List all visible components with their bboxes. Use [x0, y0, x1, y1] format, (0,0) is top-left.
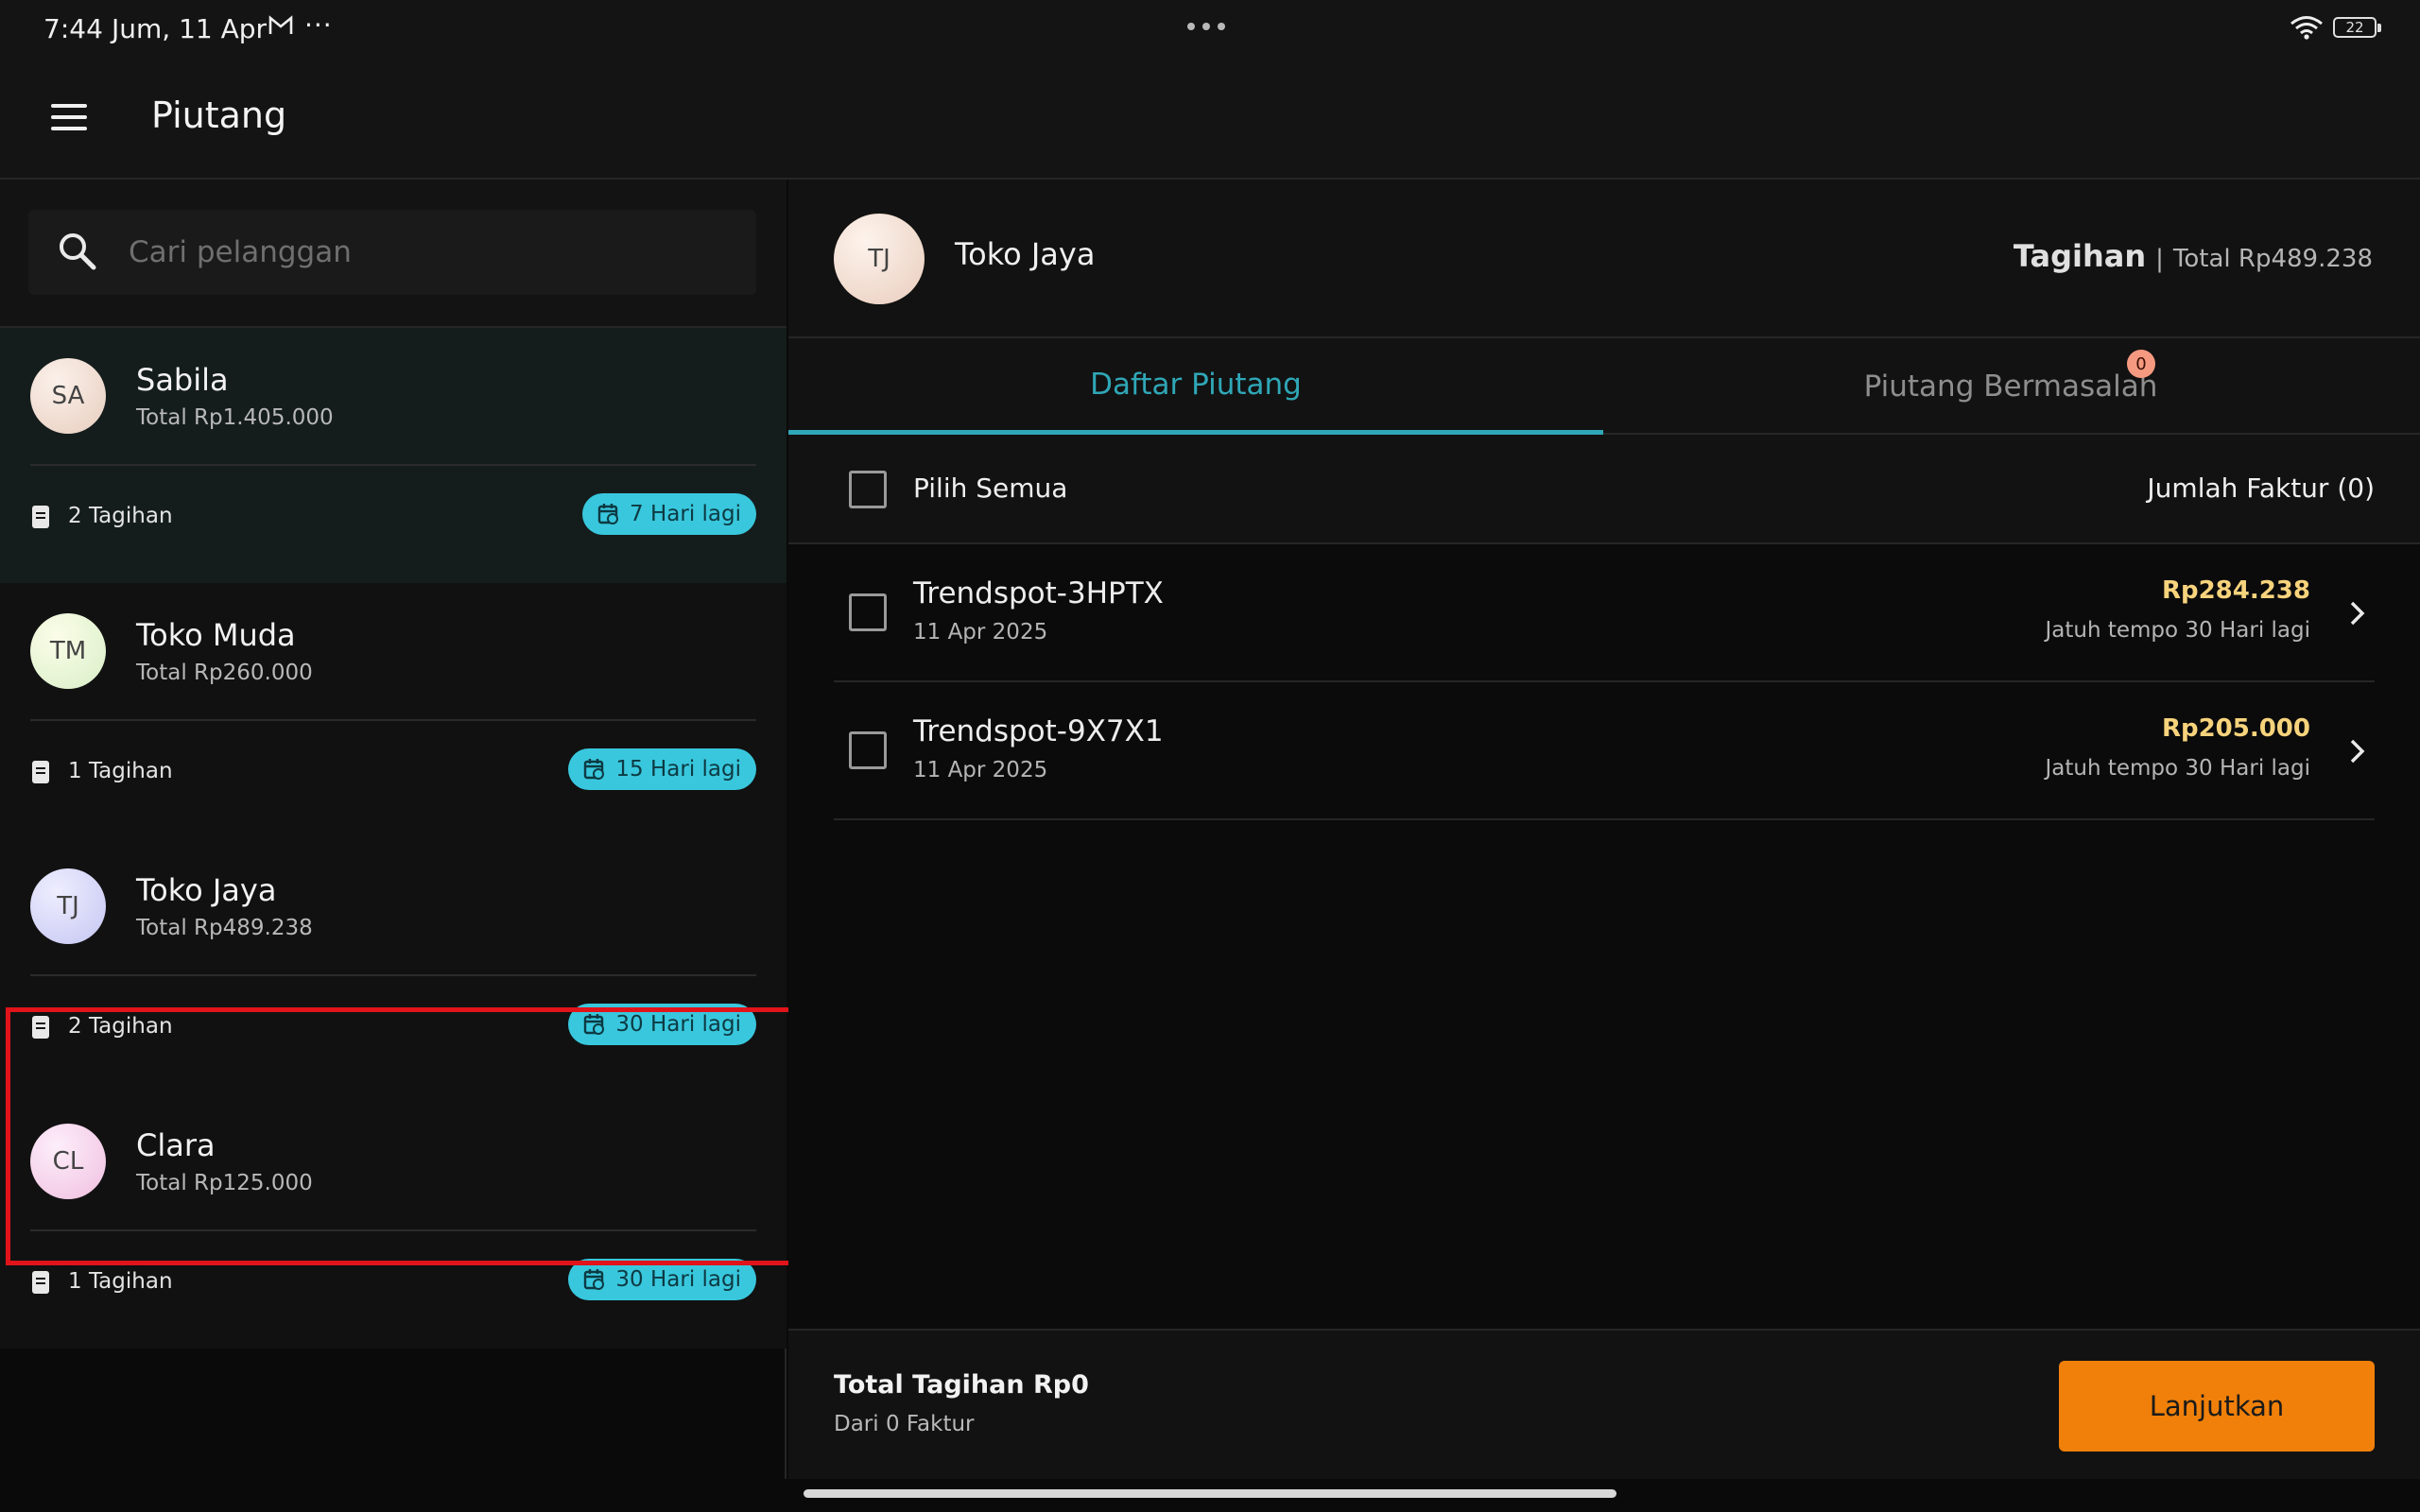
chevron-right-icon[interactable] — [2342, 597, 2371, 629]
customer-name: Toko Jaya — [136, 872, 277, 908]
bill-count: 1 Tagihan — [68, 1269, 173, 1294]
search-box[interactable] — [28, 210, 756, 295]
customer-list-panel: SA Sabila Total Rp1.405.000 2 Tagihan 7 … — [0, 180, 796, 1479]
avatar: TJ — [834, 214, 925, 304]
due-badge: 30 Hari lagi — [568, 1259, 756, 1300]
invoice-date: 11 Apr 2025 — [913, 620, 1048, 644]
search-bar — [0, 180, 786, 328]
calendar-clock-icon — [584, 759, 605, 780]
document-icon — [32, 506, 49, 528]
customer-name: Toko Muda — [136, 617, 296, 653]
divider — [30, 974, 756, 976]
select-all-row: Pilih Semua Jumlah Faktur (0) — [788, 435, 2420, 544]
tab-piutang-bermasalah[interactable]: Piutang Bermasalah — [1603, 338, 2418, 435]
home-indicator[interactable] — [804, 1489, 1616, 1498]
invoice-checkbox[interactable] — [849, 593, 887, 631]
due-text: 30 Hari lagi — [615, 1012, 741, 1037]
gmail-icon — [268, 15, 293, 40]
app-bar: Piutang — [0, 57, 2420, 180]
invoice-date: 11 Apr 2025 — [913, 758, 1048, 782]
wifi-icon — [2290, 15, 2324, 43]
calendar-clock-icon — [584, 1269, 605, 1290]
separator: | — [2155, 245, 2164, 273]
bill-count: 2 Tagihan — [68, 504, 173, 528]
customer-item-sabila[interactable]: SA Sabila Total Rp1.405.000 2 Tagihan 7 … — [0, 328, 786, 583]
tagihan-summary: Tagihan | Total Rp489.238 — [2014, 238, 2373, 274]
due-text: 7 Hari lagi — [630, 502, 741, 526]
invoice-due: Jatuh tempo 30 Hari lagi — [2045, 756, 2310, 781]
bill-count: 1 Tagihan — [68, 759, 173, 783]
divider — [30, 719, 756, 721]
invoice-title: Trendspot-3HPTX — [913, 576, 1164, 610]
continue-button[interactable]: Lanjutkan — [2059, 1361, 2375, 1452]
document-icon — [32, 1016, 49, 1039]
invoice-amount: Rp205.000 — [2161, 714, 2310, 743]
footer-total: Total Tagihan Rp0 — [834, 1370, 1089, 1400]
customer-name: Sabila — [136, 362, 229, 398]
tab-daftar-piutang[interactable]: Daftar Piutang — [788, 338, 1603, 435]
invoice-checkbox[interactable] — [849, 731, 887, 769]
calendar-clock-icon — [584, 1014, 605, 1035]
status-date: Jum, 11 Apr — [112, 13, 268, 44]
footer-bar: Total Tagihan Rp0 Dari 0 Faktur Lanjutka… — [788, 1329, 2420, 1479]
calendar-clock-icon — [597, 504, 619, 524]
divider — [30, 1229, 756, 1231]
battery-icon: 22 — [2333, 17, 2381, 38]
due-text: 30 Hari lagi — [615, 1267, 741, 1292]
divider — [30, 464, 756, 466]
avatar: SA — [30, 358, 106, 434]
status-bar: 7:44 Jum, 11 Apr ··· 22 — [0, 0, 2420, 57]
notification-badge: 0 — [2127, 350, 2155, 378]
bill-count: 2 Tagihan — [68, 1014, 173, 1039]
due-badge: 30 Hari lagi — [568, 1004, 756, 1045]
search-icon — [57, 231, 98, 276]
invoice-count: Jumlah Faktur (0) — [2147, 472, 2375, 504]
customer-total: Total Rp489.238 — [136, 916, 313, 940]
avatar: CL — [30, 1124, 106, 1199]
avatar: TJ — [30, 868, 106, 944]
select-all-checkbox[interactable] — [849, 471, 887, 508]
customer-total: Total Rp1.405.000 — [136, 405, 334, 430]
search-input[interactable] — [129, 210, 734, 295]
customer-item-toko-jaya[interactable]: TJ Toko Jaya Total Rp489.238 2 Tagihan 3… — [0, 838, 786, 1093]
chevron-right-icon[interactable] — [2342, 735, 2371, 767]
due-badge: 15 Hari lagi — [568, 748, 756, 790]
tagihan-total: Total Rp489.238 — [2172, 245, 2373, 273]
avatar: TM — [30, 613, 106, 689]
system-nav-bar — [0, 1479, 2420, 1512]
page-title: Piutang — [151, 94, 287, 136]
status-time: 7:44 — [43, 13, 103, 44]
document-icon — [32, 1271, 49, 1294]
customer-total: Total Rp260.000 — [136, 661, 313, 685]
status-more-icon: ··· — [304, 9, 333, 41]
customer-item-clara[interactable]: CL Clara Total Rp125.000 1 Tagihan 30 Ha… — [0, 1093, 786, 1349]
invoice-title: Trendspot-9X7X1 — [913, 714, 1164, 748]
due-badge: 7 Hari lagi — [582, 493, 756, 535]
select-all-label[interactable]: Pilih Semua — [913, 472, 1067, 504]
multitask-dots-icon[interactable] — [1187, 23, 1225, 30]
invoice-amount: Rp284.238 — [2161, 576, 2310, 605]
due-text: 15 Hari lagi — [615, 757, 741, 782]
tagihan-label: Tagihan — [2013, 238, 2147, 274]
invoice-due: Jatuh tempo 30 Hari lagi — [2045, 618, 2310, 643]
customer-total: Total Rp125.000 — [136, 1171, 313, 1195]
detail-customer-name: Toko Jaya — [955, 236, 1096, 272]
invoice-row[interactable]: Trendspot-9X7X1 11 Apr 2025 Rp205.000 Ja… — [834, 682, 2375, 820]
detail-header: TJ Toko Jaya Tagihan | Total Rp489.238 — [788, 180, 2420, 338]
invoice-row[interactable]: Trendspot-3HPTX 11 Apr 2025 Rp284.238 Ja… — [834, 544, 2375, 682]
tab-bar: Daftar Piutang Piutang Bermasalah 0 — [788, 338, 2420, 435]
customer-name: Clara — [136, 1127, 216, 1163]
customer-item-toko-muda[interactable]: TM Toko Muda Total Rp260.000 1 Tagihan 1… — [0, 583, 786, 838]
detail-panel: TJ Toko Jaya Tagihan | Total Rp489.238 D… — [788, 180, 2420, 1479]
hamburger-menu-icon[interactable] — [51, 104, 87, 132]
document-icon — [32, 761, 49, 783]
footer-subtitle: Dari 0 Faktur — [834, 1412, 975, 1436]
